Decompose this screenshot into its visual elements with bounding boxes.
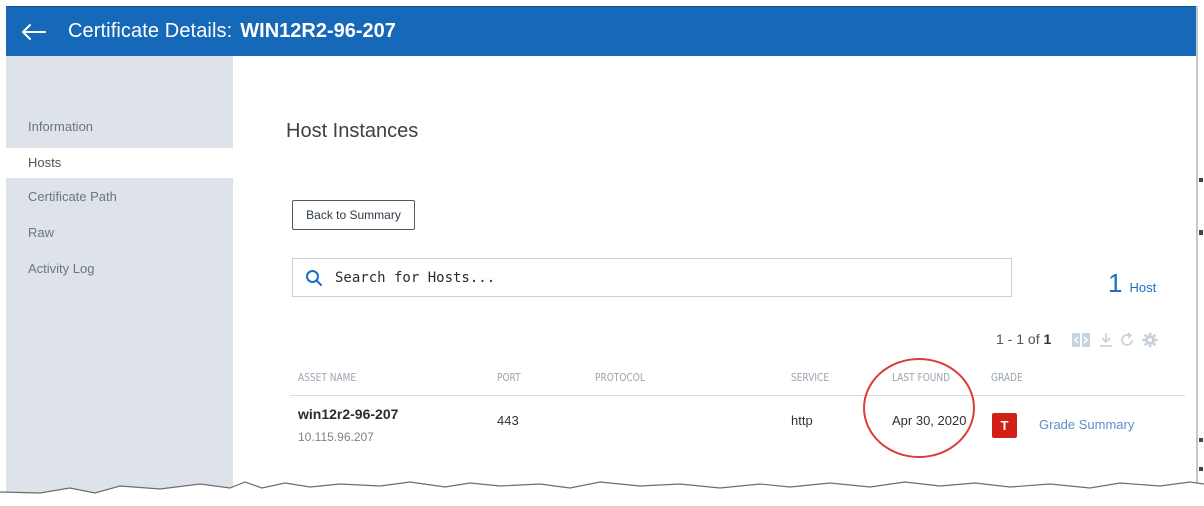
- column-header-service[interactable]: SERVICE: [791, 371, 829, 384]
- refresh-icon[interactable]: [1118, 331, 1136, 349]
- host-count: 1 Host: [1108, 268, 1156, 299]
- section-title: Host Instances: [286, 120, 419, 142]
- asset-ip: 10.115.96.207: [298, 430, 374, 444]
- gear-icon[interactable]: [1141, 331, 1159, 349]
- asset-name[interactable]: win12r2-96-207: [298, 406, 398, 422]
- window-frame: Certificate Details: WIN12R2-96-207 Info…: [0, 0, 1204, 506]
- sidebar-item-hosts[interactable]: Hosts: [6, 148, 233, 178]
- cropped-edge-marks: [1199, 178, 1203, 471]
- search-box[interactable]: [292, 258, 1012, 297]
- column-header-protocol[interactable]: PROTOCOL: [595, 371, 645, 384]
- back-to-summary-button[interactable]: Back to Summary: [292, 200, 415, 230]
- page-title: Certificate Details:: [68, 20, 233, 42]
- sidebar: Information Hosts Certificate Path Raw A…: [6, 56, 233, 496]
- host-count-number: 1: [1108, 268, 1123, 298]
- sidebar-item-information[interactable]: Information: [6, 112, 233, 142]
- certificate-name: WIN12R2-96-207: [240, 20, 396, 42]
- port-cell: 443: [497, 413, 519, 428]
- service-cell: http: [791, 413, 813, 428]
- expand-columns-icon[interactable]: [1071, 331, 1090, 349]
- search-icon: [305, 269, 323, 287]
- search-input[interactable]: [335, 269, 935, 286]
- sidebar-item-raw[interactable]: Raw: [6, 218, 233, 248]
- download-icon[interactable]: [1097, 331, 1115, 349]
- sidebar-item-activity-log[interactable]: Activity Log: [6, 254, 233, 284]
- arrow-left-icon[interactable]: [20, 21, 50, 43]
- pagination-info: 1 - 1 of 1: [996, 331, 1051, 347]
- table-divider: [290, 395, 1185, 396]
- grade-summary-link[interactable]: Grade Summary: [1039, 417, 1134, 432]
- pagination-total: 1: [1043, 331, 1052, 347]
- grade-badge: T: [992, 413, 1017, 438]
- pagination-range: 1 - 1 of: [996, 331, 1040, 347]
- sidebar-item-certificate-path[interactable]: Certificate Path: [6, 182, 233, 212]
- annotation-circle: [863, 358, 975, 458]
- column-header-asset-name[interactable]: ASSET NAME: [298, 371, 356, 384]
- column-header-port[interactable]: PORT: [497, 371, 521, 384]
- main-content: Host Instances Back to Summary 1 Host 1 …: [233, 56, 1196, 496]
- column-header-grade[interactable]: GRADE: [991, 371, 1023, 384]
- torn-edge: [0, 481, 1204, 506]
- host-count-label: Host: [1129, 280, 1157, 295]
- title-bar: Certificate Details: WIN12R2-96-207: [6, 6, 1196, 56]
